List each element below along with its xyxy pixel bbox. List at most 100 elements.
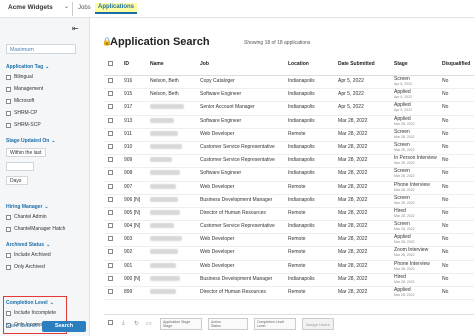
cell-name[interactable]: [150, 209, 180, 217]
checkbox[interactable]: [6, 264, 11, 270]
checkbox[interactable]: [108, 143, 113, 149]
table-row[interactable]: 902 Web Developer Remote Mar 28, 2022 No Zoom…: [104, 247, 474, 261]
row-checkbox[interactable]: [108, 157, 116, 164]
nav-applications[interactable]: Applications: [95, 3, 138, 14]
stage-updated-number-input[interactable]: [6, 162, 34, 171]
table-row[interactable]: 906 [N] Business Development Manager India…: [104, 195, 474, 208]
cell-name[interactable]: [150, 157, 172, 164]
checkbox[interactable]: [6, 226, 11, 232]
tag-option[interactable]: SHRM-SCP: [6, 122, 41, 128]
checkbox[interactable]: [108, 262, 113, 268]
cell-id[interactable]: 908: [124, 170, 132, 176]
row-checkbox[interactable]: [108, 91, 116, 98]
completion-select[interactable]: Completion Level Level: [254, 318, 296, 330]
completion-level-heading[interactable]: Completion Level ⌄: [6, 300, 54, 306]
row-checkbox[interactable]: [108, 104, 116, 111]
cell-name[interactable]: [150, 223, 174, 230]
checkbox[interactable]: [108, 78, 113, 83]
checkbox[interactable]: [6, 122, 11, 128]
select-checkbox[interactable]: [108, 320, 116, 327]
table-row[interactable]: 911 Web Developer Remote Mar 28, 2022 No Scre…: [104, 129, 474, 142]
cell-id[interactable]: 900 [N]: [124, 276, 140, 282]
checkbox[interactable]: [108, 320, 113, 325]
row-checkbox[interactable]: [108, 117, 116, 125]
row-checkbox[interactable]: [108, 78, 116, 85]
collapse-sidebar-icon[interactable]: ⇤: [72, 24, 79, 33]
checkbox[interactable]: [108, 249, 113, 255]
checkbox[interactable]: [108, 104, 113, 110]
row-checkbox[interactable]: [108, 170, 116, 177]
completion-option[interactable]: Include Incomplete: [6, 310, 56, 316]
cell-name[interactable]: Nelson, Beth: [150, 91, 179, 97]
row-checkbox[interactable]: [108, 183, 116, 191]
cell-id[interactable]: 901: [124, 263, 132, 269]
col-id[interactable]: ID: [124, 61, 129, 67]
table-row[interactable]: 913 Software Engineer Indianapolis Mar 28, …: [104, 116, 474, 129]
tag-option[interactable]: Management: [6, 86, 43, 92]
chevron-down-icon[interactable]: ⌄: [64, 3, 69, 10]
table-row[interactable]: 915 Nelson, Beth Software Engineer Indianap…: [104, 89, 474, 103]
tag-option[interactable]: Bilingual: [6, 74, 33, 80]
checkbox[interactable]: [6, 98, 11, 104]
cell-name[interactable]: [150, 236, 182, 243]
table-row[interactable]: 907 Web Developer Remote Mar 28, 2022 No Phon…: [104, 182, 474, 195]
checkbox[interactable]: [108, 275, 113, 281]
stage-updated-heading[interactable]: Stage Updated On ⌄: [6, 138, 56, 144]
checkbox[interactable]: [108, 183, 113, 189]
select-all-checkbox[interactable]: [108, 61, 116, 68]
cell-name[interactable]: [150, 104, 184, 111]
cell-id[interactable]: 906 [N]: [124, 197, 140, 203]
cell-name[interactable]: [150, 143, 182, 151]
checkbox[interactable]: [108, 170, 113, 176]
table-row[interactable]: 901 Web Developer Remote Mar 28, 2022 No Phon…: [104, 261, 474, 274]
row-checkbox[interactable]: [108, 130, 116, 138]
hiring-manager-heading[interactable]: Hiring Manager ⌄: [6, 204, 49, 210]
col-date-submitted[interactable]: Date Submitted: [338, 61, 375, 67]
checkbox[interactable]: [6, 86, 11, 92]
row-checkbox[interactable]: [108, 236, 116, 243]
cell-id[interactable]: 899: [124, 289, 132, 295]
table-row[interactable]: 917 Senior Account Manager Indianapolis Apr…: [104, 102, 474, 116]
assign-users-button[interactable]: Assign Users: [302, 318, 334, 330]
download-icon[interactable]: ⤓: [122, 320, 125, 327]
cell-name[interactable]: [150, 130, 178, 138]
cell-id[interactable]: 916: [124, 78, 132, 84]
checkbox[interactable]: [108, 196, 113, 202]
cell-name[interactable]: [150, 275, 180, 283]
action-select[interactable]: Action Status: [208, 318, 248, 330]
checkbox[interactable]: [108, 223, 113, 229]
within-last-select[interactable]: Within the last: [6, 148, 46, 157]
row-checkbox[interactable]: [108, 262, 116, 270]
cell-id[interactable]: 910: [124, 144, 132, 150]
cell-id[interactable]: 915: [124, 91, 132, 97]
cell-id[interactable]: 913: [124, 118, 132, 124]
cell-id[interactable]: 909: [124, 157, 132, 163]
search-button[interactable]: Search: [42, 321, 86, 332]
cell-name[interactable]: Nelson, Beth: [150, 78, 179, 84]
table-row[interactable]: 908 Software Engineer Indianapolis Mar 28, …: [104, 168, 474, 182]
row-checkbox[interactable]: [108, 275, 116, 283]
refresh-icon[interactable]: ↻: [134, 320, 139, 327]
maximum-input[interactable]: Maximum: [6, 44, 76, 54]
checkbox[interactable]: [108, 236, 113, 242]
stage-select[interactable]: Application Stage Stage: [160, 318, 202, 330]
archived-option[interactable]: Only Archived: [6, 264, 45, 270]
nav-jobs[interactable]: Jobs: [78, 5, 91, 11]
table-row[interactable]: 909 Customer Service Representative Indian…: [104, 155, 474, 169]
row-checkbox[interactable]: [108, 249, 116, 256]
table-row[interactable]: 910 Customer Service Representative Indian…: [104, 142, 474, 156]
checkbox[interactable]: [108, 61, 113, 66]
cell-name[interactable]: [150, 262, 176, 270]
brand-name[interactable]: Acme Widgets: [8, 4, 53, 11]
row-checkbox[interactable]: [108, 223, 116, 230]
archive-icon[interactable]: ▭: [146, 320, 152, 327]
checkbox[interactable]: [6, 110, 11, 116]
col-location[interactable]: Location: [288, 61, 309, 67]
cell-id[interactable]: 911: [124, 131, 132, 137]
checkbox[interactable]: [6, 310, 11, 316]
cell-id[interactable]: 902: [124, 249, 132, 255]
checkbox[interactable]: [108, 289, 113, 294]
cell-name[interactable]: [150, 249, 178, 256]
checkbox[interactable]: [108, 117, 113, 123]
cell-id[interactable]: 917: [124, 104, 132, 110]
